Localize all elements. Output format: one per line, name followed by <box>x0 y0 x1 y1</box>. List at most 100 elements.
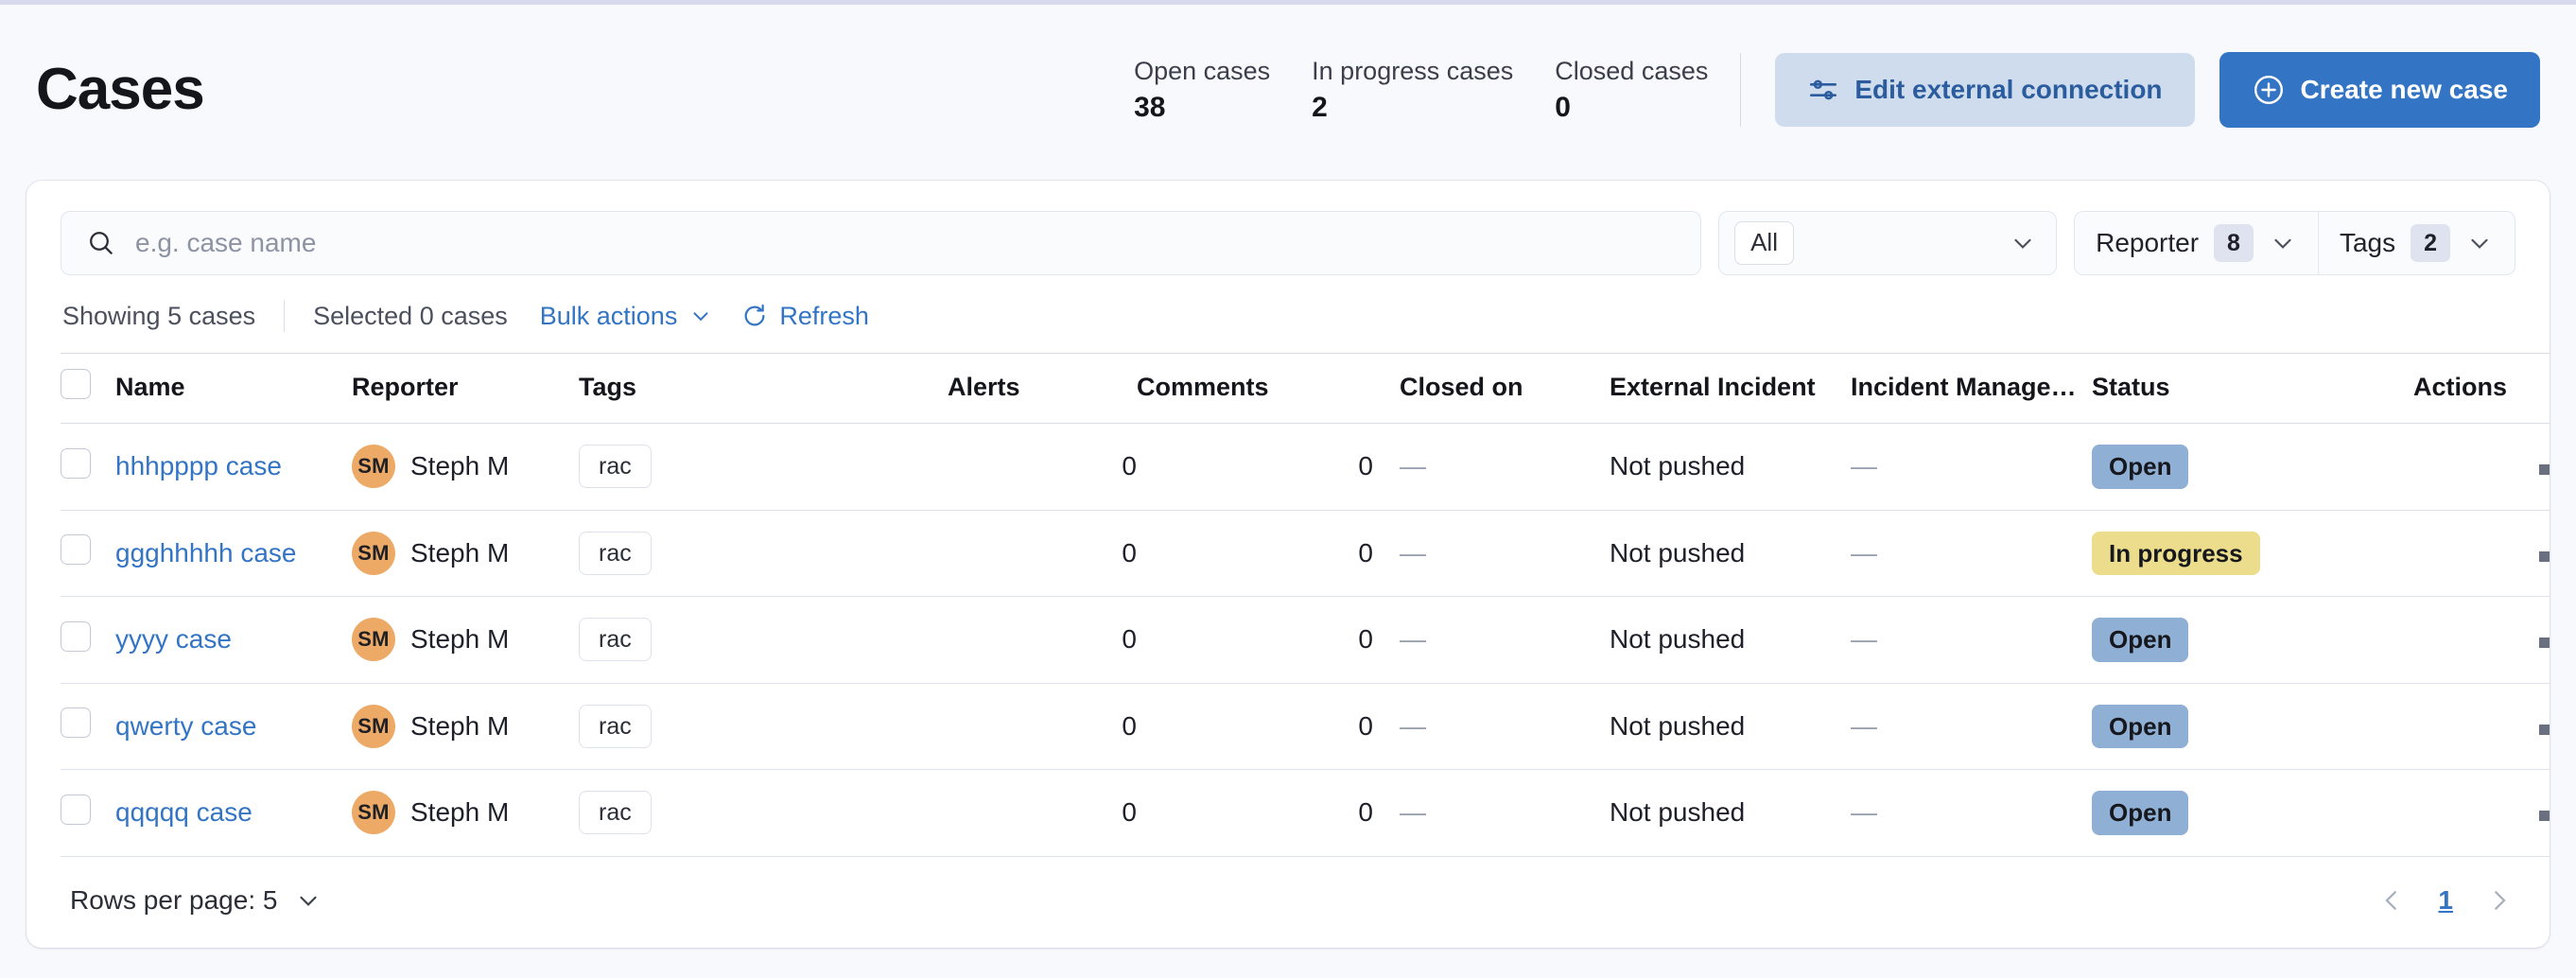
search-box[interactable] <box>61 211 1701 275</box>
cell-alerts: 0 <box>948 770 1137 857</box>
case-name-link[interactable]: hhhpppp case <box>115 451 282 480</box>
selected-count-label: Selected 0 cases <box>313 302 508 331</box>
cell-tags: rac <box>579 510 948 597</box>
tag-pill[interactable]: rac <box>579 618 652 661</box>
column-header-alerts[interactable]: Alerts <box>948 354 1137 424</box>
tag-pill[interactable]: rac <box>579 791 652 834</box>
row-select-cell <box>61 424 115 511</box>
table-footer: Rows per page: 5 1 <box>61 857 2515 948</box>
stat-open-cases-label: Open cases <box>1134 59 1270 84</box>
tag-pill[interactable]: rac <box>579 445 652 488</box>
cases-page: Cases Open cases 38 In progress cases 2 … <box>0 0 2576 978</box>
plus-circle-icon <box>2252 73 2286 107</box>
reporter-name: Steph M <box>410 451 509 481</box>
table-row: yyyy case SM Steph M rac 0 0 — Not pushe… <box>61 597 2550 684</box>
facet-filter-tags[interactable]: Tags 2 <box>2318 212 2515 274</box>
chevron-right-icon[interactable] <box>2485 886 2514 915</box>
cell-comments: 0 <box>1137 424 1373 511</box>
column-header-incident-management[interactable]: Incident Manage… <box>1851 354 2092 424</box>
cases-table: Name Reporter Tags Alerts Comments Close… <box>61 353 2550 857</box>
column-header-name[interactable]: Name <box>115 354 352 424</box>
table-row: qwerty case SM Steph M rac 0 0 — Not pus… <box>61 683 2550 770</box>
facet-filter-reporter[interactable]: Reporter 8 <box>2075 212 2318 274</box>
chevron-down-icon <box>2269 229 2297 257</box>
column-header-tags[interactable]: Tags <box>579 354 948 424</box>
cell-reporter: SM Steph M <box>352 424 579 511</box>
search-icon <box>86 228 116 258</box>
cell-status: Open <box>2092 683 2413 770</box>
more-actions-icon[interactable] <box>2539 637 2550 648</box>
stat-open-cases: Open cases 38 <box>1134 59 1312 122</box>
cell-incident-management: — <box>1851 683 2092 770</box>
column-header-comments[interactable]: Comments <box>1137 354 1373 424</box>
cell-tags: rac <box>579 683 948 770</box>
avatar: SM <box>352 618 395 661</box>
refresh-button[interactable]: Refresh <box>741 302 869 331</box>
search-input[interactable] <box>135 228 1676 258</box>
tag-pill[interactable]: rac <box>579 532 652 575</box>
incident-management-value: — <box>1851 797 1877 827</box>
case-name-link[interactable]: ggghhhhh case <box>115 538 297 568</box>
reporter-name: Steph M <box>410 538 509 568</box>
case-name-link[interactable]: yyyy case <box>115 624 232 654</box>
cell-external-incident: Not pushed <box>1610 424 1851 511</box>
reporter-name: Steph M <box>410 624 509 655</box>
cell-actions <box>2413 683 2550 770</box>
facet-filter-reporter-label: Reporter <box>2096 228 2199 258</box>
refresh-label: Refresh <box>779 302 869 331</box>
more-actions-icon[interactable] <box>2539 551 2550 562</box>
cell-name: yyyy case <box>115 597 352 684</box>
create-new-case-button[interactable]: Create new case <box>2219 52 2540 128</box>
avatar: SM <box>352 445 395 488</box>
bulk-actions-menu[interactable]: Bulk actions <box>540 302 714 331</box>
cell-name: qwerty case <box>115 683 352 770</box>
reporter-name: Steph M <box>410 711 509 742</box>
row-checkbox[interactable] <box>61 534 91 565</box>
cell-external-incident: Not pushed <box>1610 510 1851 597</box>
stat-closed-cases-label: Closed cases <box>1555 59 1708 84</box>
status-badge: Open <box>2092 618 2188 662</box>
cell-incident-management: — <box>1851 597 2092 684</box>
case-name-link[interactable]: qwerty case <box>115 711 256 741</box>
closed-on-value: — <box>1400 451 1426 480</box>
cell-actions <box>2413 597 2550 684</box>
cases-table-body: hhhpppp case SM Steph M rac 0 0 — Not pu… <box>61 424 2550 857</box>
select-all-checkbox[interactable] <box>61 369 91 399</box>
table-row: hhhpppp case SM Steph M rac 0 0 — Not pu… <box>61 424 2550 511</box>
more-actions-icon[interactable] <box>2539 811 2550 821</box>
avatar: SM <box>352 705 395 748</box>
case-name-link[interactable]: qqqqq case <box>115 797 252 827</box>
column-header-reporter[interactable]: Reporter <box>352 354 579 424</box>
cell-alerts: 0 <box>948 683 1137 770</box>
rows-per-page-select[interactable]: Rows per page: 5 <box>70 885 322 916</box>
facet-filter-reporter-count: 8 <box>2214 224 2254 263</box>
edit-external-connection-button[interactable]: Edit external connection <box>1775 53 2194 127</box>
row-checkbox[interactable] <box>61 707 91 738</box>
row-checkbox[interactable] <box>61 795 91 825</box>
row-checkbox[interactable] <box>61 448 91 479</box>
avatar: SM <box>352 791 395 834</box>
more-actions-icon[interactable] <box>2539 464 2550 475</box>
tag-pill[interactable]: rac <box>579 705 652 748</box>
chevron-left-icon[interactable] <box>2377 886 2406 915</box>
cell-tags: rac <box>579 597 948 684</box>
cell-external-incident: Not pushed <box>1610 683 1851 770</box>
column-header-status[interactable]: Status <box>2092 354 2413 424</box>
row-select-cell <box>61 597 115 684</box>
stat-open-cases-value: 38 <box>1134 94 1270 122</box>
header-divider <box>1740 53 1741 127</box>
column-header-actions: Actions <box>2413 354 2550 424</box>
pagination-page-1[interactable]: 1 <box>2438 885 2453 916</box>
status-badge: Open <box>2092 705 2188 749</box>
filter-row: All Reporter 8 <box>61 205 2515 275</box>
cell-comments: 0 <box>1137 683 1373 770</box>
more-actions-icon[interactable] <box>2539 725 2550 735</box>
closed-on-value: — <box>1400 711 1426 741</box>
sliders-icon <box>1807 74 1839 106</box>
column-header-closed-on[interactable]: Closed on <box>1373 354 1610 424</box>
row-checkbox[interactable] <box>61 621 91 652</box>
stat-in-progress-cases-value: 2 <box>1312 94 1513 122</box>
status-filter-select[interactable]: All <box>1718 211 2057 275</box>
column-header-external-incident[interactable]: External Incident <box>1610 354 1851 424</box>
header-actions: Open cases 38 In progress cases 2 Closed… <box>1134 52 2540 128</box>
